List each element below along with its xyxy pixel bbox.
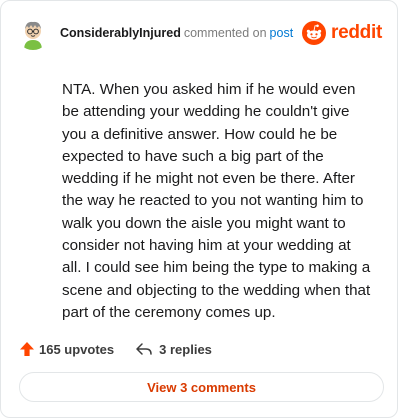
user-avatar[interactable] bbox=[16, 16, 50, 50]
post-link[interactable]: post bbox=[270, 26, 294, 40]
comment-meta: ConsiderablyInjured commented on post bbox=[60, 26, 293, 40]
upvote-arrow-icon bbox=[20, 342, 34, 356]
upvote-count: 165 upvotes bbox=[39, 341, 115, 357]
comment-header: ConsiderablyInjured commented on post redd… bbox=[16, 15, 382, 51]
replies-button[interactable]: 3 replies bbox=[135, 341, 212, 357]
upvote-button[interactable]: 165 upvotes bbox=[19, 341, 114, 357]
reply-count: 3 replies bbox=[159, 341, 212, 357]
comment-text: NTA. When you asked him if he would even… bbox=[62, 81, 371, 321]
avatar-illustration bbox=[16, 16, 50, 50]
reply-arrow-icon bbox=[136, 343, 152, 355]
comment-actions: 165 upvotes 3 replies bbox=[19, 339, 212, 359]
view-comments-button[interactable]: View 3 comments bbox=[19, 372, 384, 402]
username-link[interactable]: ConsiderablyInjured bbox=[60, 26, 181, 40]
reddit-alien-icon bbox=[302, 21, 327, 45]
comment-card: ConsiderablyInjured commented on post redd… bbox=[0, 0, 398, 418]
reddit-wordmark: reddit bbox=[331, 22, 382, 43]
reddit-logo[interactable]: reddit bbox=[302, 21, 382, 45]
commented-on-text: commented on bbox=[183, 26, 267, 40]
